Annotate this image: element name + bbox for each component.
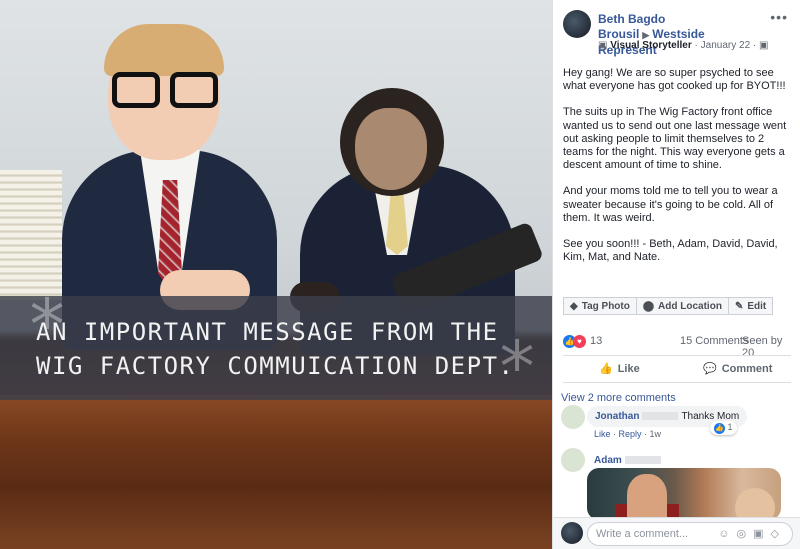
comment-actions: Like · Reply · 1w xyxy=(594,429,662,439)
redacted-name xyxy=(624,456,661,465)
my-avatar xyxy=(561,522,583,544)
sticker-icon[interactable]: ◇ xyxy=(771,528,786,540)
like-reaction-icon: 👍 xyxy=(714,423,725,434)
post-paragraph: The suits up in The Wig Factory front of… xyxy=(563,106,787,172)
photo-tools: ◆ Tag Photo ⬤ Add Location ✎ Edit xyxy=(563,297,774,315)
desk xyxy=(0,395,552,549)
location-pin-icon: ⬤ xyxy=(642,300,655,312)
boy-glasses xyxy=(112,72,220,108)
comment-button[interactable]: 💬 Comment xyxy=(703,362,772,375)
reaction-count[interactable]: 13 xyxy=(590,335,602,347)
post-meta: ▣ Visual Storyteller · January 22 · ▣ xyxy=(598,40,768,51)
tag-icon: ◆ xyxy=(570,300,578,312)
comment-reactions[interactable]: 👍 1 xyxy=(710,421,737,435)
camera-icon[interactable]: ◎ xyxy=(737,528,754,540)
like-label: Like xyxy=(617,363,640,375)
tag-photo-button[interactable]: ◆ Tag Photo xyxy=(563,297,637,315)
boy-hair xyxy=(104,24,224,76)
reactions-summary: 👍 ♥ 13 15 Comments Seen by 20 xyxy=(563,334,793,359)
post-header: Beth Bagdo Brousil ▶ Westside Represent xyxy=(598,12,758,58)
commenter-avatar[interactable] xyxy=(561,448,585,472)
comment-input[interactable]: Write a comment... ☺◎▣◇ xyxy=(587,522,793,546)
gif-person xyxy=(627,474,667,520)
reaction-icons[interactable]: 👍 ♥ xyxy=(563,335,586,348)
view-more-comments-link[interactable]: View 2 more comments xyxy=(561,392,676,404)
post-panel: Beth Bagdo Brousil ▶ Westside Represent ••… xyxy=(552,0,800,549)
pencil-icon: ✎ xyxy=(734,300,744,312)
post-paragraph: See you soon!!! - Beth, Adam, David, Dav… xyxy=(563,238,778,264)
audience-icon[interactable]: ▣ xyxy=(759,40,768,51)
comment-gif[interactable] xyxy=(587,468,781,520)
comment-reply-link[interactable]: Reply xyxy=(619,429,642,439)
edit-label: Edit xyxy=(747,300,767,312)
comment-count[interactable]: 15 Comments xyxy=(680,335,748,347)
post-body: Hey gang! We are so super psyched to see… xyxy=(563,67,795,277)
comment-placeholder: Write a comment... xyxy=(596,528,689,540)
post-date[interactable]: January 22 xyxy=(701,40,750,51)
tag-photo-label: Tag Photo xyxy=(581,300,630,312)
post-paragraph: Hey gang! We are so super psyched to see… xyxy=(563,67,786,93)
post-paragraph: And your moms told me to tell you to wea… xyxy=(563,185,778,224)
add-location-label: Add Location xyxy=(658,300,722,312)
more-options-icon[interactable]: ••• xyxy=(770,9,788,25)
caption-line-1: AN IMPORTANT MESSAGE FROM THE xyxy=(36,318,499,346)
post-actions: 👍 Like 💬 Comment xyxy=(563,355,791,383)
redacted-name xyxy=(642,412,679,421)
caption-line-2: WIG FACTORY COMMUICATION DEPT. xyxy=(36,352,515,380)
speech-bubble-icon: 💬 xyxy=(703,363,717,375)
thumbs-up-icon: 👍 xyxy=(599,363,613,375)
comment-reaction-count: 1 xyxy=(727,422,733,432)
author-avatar[interactable] xyxy=(563,10,591,38)
add-location-button[interactable]: ⬤ Add Location xyxy=(636,297,729,315)
emoji-icon[interactable]: ☺ xyxy=(718,528,736,540)
comment-composer: Write a comment... ☺◎▣◇ xyxy=(553,517,800,549)
paper-stack xyxy=(0,170,62,300)
love-reaction-icon: ♥ xyxy=(573,335,586,348)
commenter-name[interactable]: Adam xyxy=(594,455,622,466)
post-photo[interactable]: * * AN IMPORTANT MESSAGE FROM THE WIG FA… xyxy=(0,0,552,549)
chimp-face xyxy=(355,108,427,190)
comment-time[interactable]: 1w xyxy=(650,429,662,439)
badge-icon: ▣ xyxy=(598,40,608,51)
edit-button[interactable]: ✎ Edit xyxy=(728,297,774,315)
composer-tools: ☺◎▣◇ xyxy=(718,527,786,540)
triangle-right-icon: ▶ xyxy=(642,30,650,40)
comment-label: Comment xyxy=(721,363,773,375)
badge-label: Visual Storyteller xyxy=(610,40,692,51)
comment-like-link[interactable]: Like xyxy=(594,429,611,439)
commenter-name[interactable]: Jonathan xyxy=(595,411,639,422)
caption-banner: * * AN IMPORTANT MESSAGE FROM THE WIG FA… xyxy=(0,290,552,402)
gif-second-person xyxy=(735,488,775,520)
like-button[interactable]: 👍 Like xyxy=(599,362,640,375)
gif-icon[interactable]: ▣ xyxy=(753,528,770,540)
commenter-avatar[interactable] xyxy=(561,405,585,429)
